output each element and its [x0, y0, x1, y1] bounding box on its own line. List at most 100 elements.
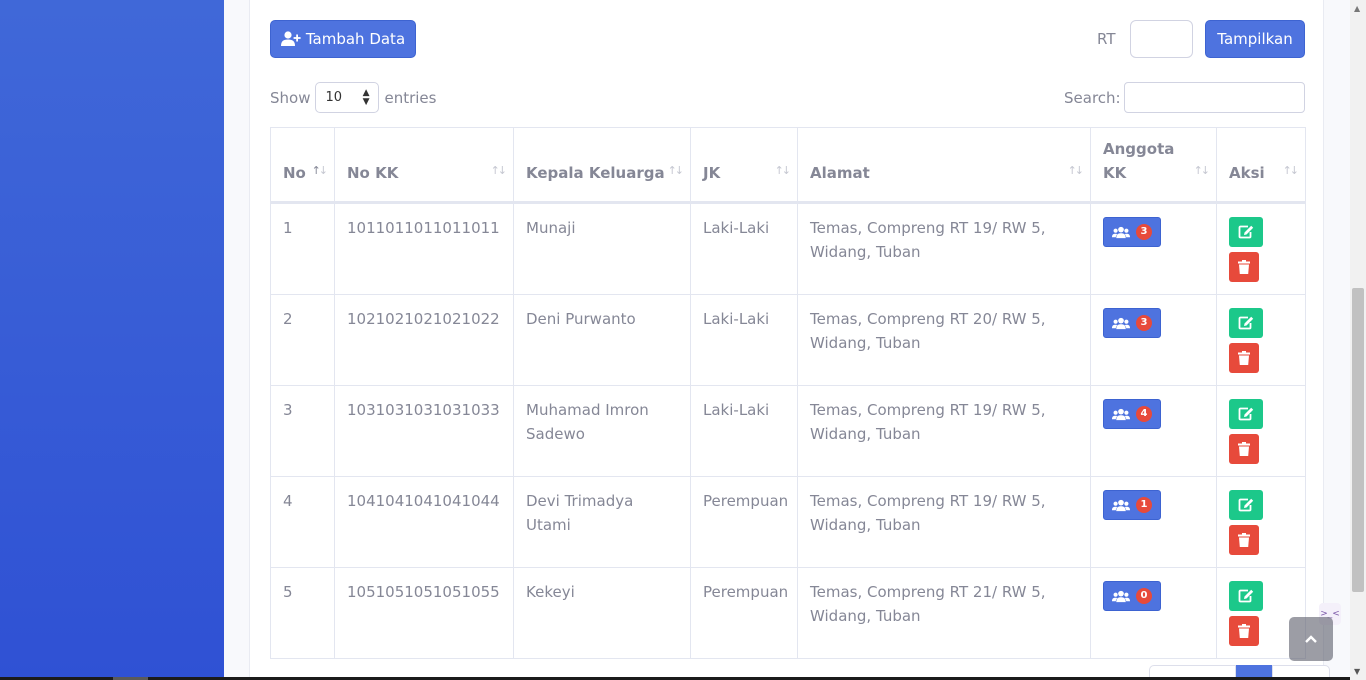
rt-input[interactable]	[1130, 20, 1193, 58]
rt-label: RT	[1097, 30, 1116, 48]
cell-alamat: Temas, Compreng RT 19/ RW 5, Widang, Tub…	[797, 202, 1091, 295]
delete-button[interactable]	[1229, 434, 1259, 464]
search-input[interactable]	[1124, 82, 1305, 113]
cell-aksi	[1216, 294, 1306, 386]
cell-anggota-kk: 3	[1090, 294, 1217, 386]
cell-anggota-kk: 1	[1090, 476, 1217, 568]
cell-no-kk: 1011011011011011	[334, 202, 514, 295]
scrollbar-thumb[interactable]	[1352, 288, 1364, 592]
cell-anggota-kk: 3	[1090, 202, 1217, 295]
delete-button[interactable]	[1229, 616, 1259, 646]
show-suffix: entries	[384, 88, 437, 107]
edit-icon	[1238, 316, 1254, 330]
add-data-label: Tambah Data	[305, 30, 406, 48]
edit-button[interactable]	[1229, 581, 1263, 611]
trash-icon	[1238, 442, 1250, 456]
members-count-badge: 3	[1136, 224, 1152, 240]
delete-button[interactable]	[1229, 525, 1259, 555]
table-row: 2 1021021021021022 Deni Purwanto Laki-Laki T…	[270, 294, 1306, 386]
table-row: 1 1011011011011011 Munaji Laki-Laki Temas, C…	[270, 202, 1306, 295]
table-header-row: No ↑↓ No KK ↑↓ Kepala Keluarga ↑↓ JK ↑↓ Alam…	[270, 127, 1306, 203]
edit-button[interactable]	[1229, 490, 1263, 520]
members-button[interactable]: 0	[1103, 581, 1161, 611]
cell-kepala-keluarga: Kekeyi	[513, 567, 691, 659]
edit-icon	[1238, 407, 1254, 421]
cell-kepala-keluarga: Devi Trimadya Utami	[513, 476, 691, 568]
sort-icon: ↑↓	[311, 164, 329, 177]
entries-control: Show 10 ▲ ▼ entries	[270, 82, 436, 113]
members-button[interactable]: 1	[1103, 490, 1161, 520]
members-count-badge: 0	[1136, 588, 1152, 604]
trash-icon	[1238, 260, 1250, 274]
data-table: No ↑↓ No KK ↑↓ Kepala Keluarga ↑↓ JK ↑↓ Alam…	[270, 127, 1306, 659]
edit-button[interactable]	[1229, 399, 1263, 429]
delete-button[interactable]	[1229, 252, 1259, 282]
sidebar	[0, 0, 224, 680]
members-count-badge: 1	[1136, 497, 1152, 513]
edit-icon	[1238, 589, 1254, 603]
cell-anggota-kk: 0	[1090, 567, 1217, 659]
header-alamat[interactable]: Alamat ↑↓	[797, 127, 1091, 203]
table-row: 4 1041041041041044 Devi Trimadya Utami Pere…	[270, 476, 1306, 568]
members-button[interactable]: 3	[1103, 308, 1161, 338]
show-prefix: Show	[270, 88, 311, 107]
cell-alamat: Temas, Compreng RT 19/ RW 5, Widang, Tub…	[797, 385, 1091, 477]
header-no[interactable]: No ↑↓	[270, 127, 335, 203]
cell-alamat: Temas, Compreng RT 19/ RW 5, Widang, Tub…	[797, 476, 1091, 568]
members-button[interactable]: 4	[1103, 399, 1161, 429]
cell-no: 4	[270, 476, 335, 568]
cell-no: 1	[270, 202, 335, 295]
scroll-up-arrow-icon[interactable]: ▲	[1354, 4, 1360, 13]
cell-no-kk: 1031031031031033	[334, 385, 514, 477]
delete-button[interactable]	[1229, 343, 1259, 373]
entries-select[interactable]: 10 ▲ ▼	[315, 82, 380, 113]
sort-icon: ↑↓	[1282, 164, 1300, 177]
scroll-to-top-button[interactable]	[1289, 617, 1333, 661]
header-anggota-kk[interactable]: Anggota KK ↑↓	[1090, 127, 1217, 203]
trash-icon	[1238, 624, 1250, 638]
add-data-button[interactable]: Tambah Data	[270, 20, 416, 58]
users-icon	[1112, 317, 1130, 329]
cell-kepala-keluarga: Muhamad Imron Sadewo	[513, 385, 691, 477]
select-caret-icon: ▲ ▼	[362, 88, 370, 107]
users-icon	[1112, 226, 1130, 238]
edit-button[interactable]	[1229, 217, 1263, 247]
cell-aksi	[1216, 385, 1306, 477]
data-card: Tambah Data RT Tampilkan Show 10 ▲ ▼ entr…	[249, 0, 1330, 680]
show-button[interactable]: Tampilkan	[1205, 20, 1305, 58]
sort-icon: ↑↓	[774, 164, 792, 177]
cell-no-kk: 1041041041041044	[334, 476, 514, 568]
cell-alamat: Temas, Compreng RT 21/ RW 5, Widang, Tub…	[797, 567, 1091, 659]
members-count-badge: 3	[1136, 315, 1152, 331]
cell-aksi	[1216, 476, 1306, 568]
cell-jk: Perempuan	[690, 476, 798, 568]
header-aksi[interactable]: Aksi ↑↓	[1216, 127, 1306, 203]
cell-jk: Perempuan	[690, 567, 798, 659]
cell-no-kk: 1051051051051055	[334, 567, 514, 659]
header-jk[interactable]: JK ↑↓	[690, 127, 798, 203]
cell-no: 5	[270, 567, 335, 659]
cell-jk: Laki-Laki	[690, 294, 798, 386]
page-scrollbar[interactable]: ▲ ▼	[1350, 0, 1366, 680]
main-content: Tambah Data RT Tampilkan Show 10 ▲ ▼ entr…	[224, 0, 1350, 680]
users-icon	[1112, 408, 1130, 420]
cell-kepala-keluarga: Deni Purwanto	[513, 294, 691, 386]
cell-no: 3	[270, 385, 335, 477]
members-button[interactable]: 3	[1103, 217, 1161, 247]
sort-icon: ↑↓	[1067, 164, 1085, 177]
scroll-down-arrow-icon[interactable]: ▼	[1354, 667, 1360, 676]
header-no-kk[interactable]: No KK ↑↓	[334, 127, 514, 203]
user-plus-icon	[280, 31, 301, 46]
sort-icon: ↑↓	[490, 164, 508, 177]
cell-anggota-kk: 4	[1090, 385, 1217, 477]
users-icon	[1112, 590, 1130, 602]
edit-icon	[1238, 225, 1254, 239]
header-kepala-keluarga[interactable]: Kepala Keluarga ↑↓	[513, 127, 691, 203]
cell-kepala-keluarga: Munaji	[513, 202, 691, 295]
trash-icon	[1238, 533, 1250, 547]
edit-button[interactable]	[1229, 308, 1263, 338]
table-row: 5 1051051051051055 Kekeyi Perempuan Temas, C…	[270, 567, 1306, 659]
members-count-badge: 4	[1136, 406, 1152, 422]
cell-no: 2	[270, 294, 335, 386]
sort-icon: ↑↓	[1193, 164, 1211, 177]
